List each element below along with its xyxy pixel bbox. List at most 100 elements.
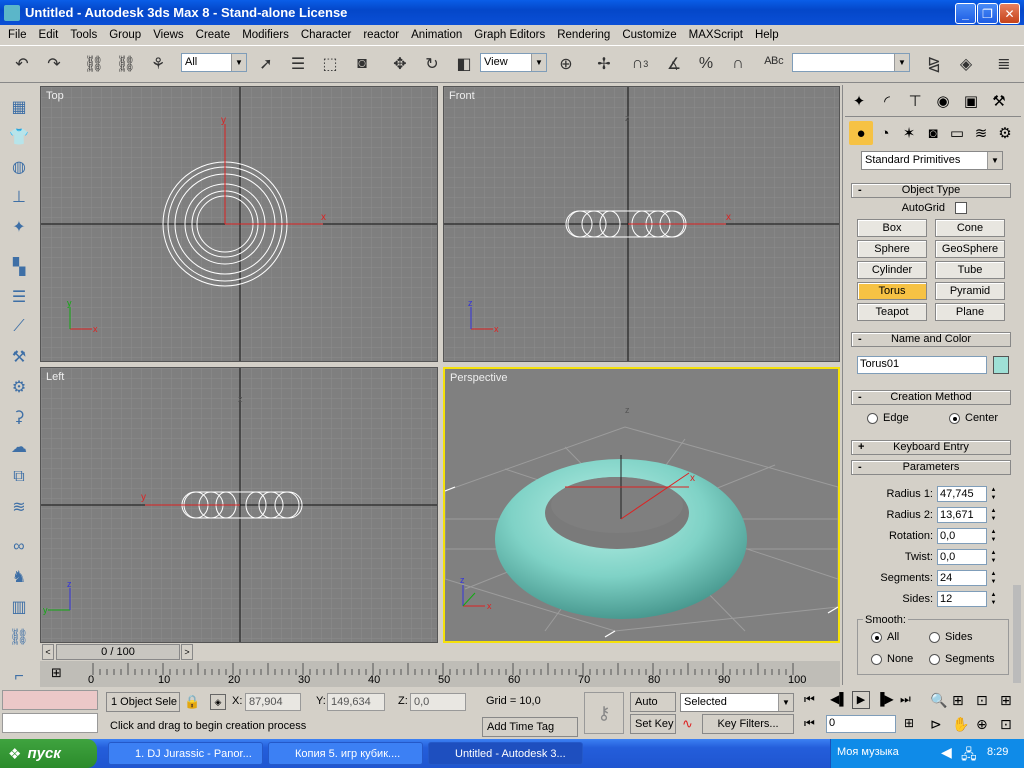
z-coord-field[interactable]: 0,0 <box>410 693 466 711</box>
snaps-toggle-icon[interactable]: ∩ 3 <box>628 52 652 76</box>
menu-file[interactable]: File <box>2 29 33 41</box>
rotation-spinner[interactable]: ▲ ▼ <box>989 528 998 544</box>
twist-spinner[interactable]: ▲ ▼ <box>989 549 998 565</box>
undo-icon[interactable]: ↶ <box>10 52 34 76</box>
lock-selection-icon[interactable]: 🔒 <box>184 694 200 710</box>
keyboard-entry-rollout[interactable]: + Keyboard Entry <box>851 440 1011 455</box>
auto-key-button[interactable]: Auto Key <box>630 692 676 726</box>
menu-reactor[interactable]: reactor <box>357 29 405 41</box>
cameras-category-icon[interactable]: ◙ <box>921 121 945 145</box>
gear-icon[interactable]: ⚙ <box>6 374 32 400</box>
command-panel-scrollbar[interactable] <box>1013 585 1021 683</box>
taskbar-item-3dsmax[interactable]: Untitled - Autodesk 3... <box>428 742 583 765</box>
use-pivot-center-icon[interactable]: ⊕ <box>554 52 578 76</box>
tube-button[interactable]: Tube <box>935 261 1005 279</box>
menu-graph-editors[interactable]: Graph Editors <box>468 29 551 41</box>
close-button[interactable]: ✕ <box>999 3 1020 24</box>
teapot-button[interactable]: Teapot <box>857 303 927 321</box>
select-and-rotate-icon[interactable]: ↻ <box>420 52 444 76</box>
tray-back-icon[interactable]: ◀ <box>941 744 952 761</box>
stack-tool-icon[interactable]: ☰ <box>6 284 32 310</box>
category-dropdown[interactable]: Standard Primitives ▼ <box>861 151 1003 170</box>
menu-maxscript[interactable]: MAXScript <box>683 29 749 41</box>
edge-radio[interactable] <box>867 413 878 424</box>
sphere-button[interactable]: Sphere <box>857 240 927 258</box>
menu-animation[interactable]: Animation <box>405 29 468 41</box>
box-button[interactable]: Box <box>857 219 927 237</box>
tree-tool-icon[interactable]: ⚳ <box>6 404 32 430</box>
tray-network-icon[interactable]: 🖧 <box>961 744 977 768</box>
select-and-manipulate-icon[interactable]: ✢ <box>592 52 616 76</box>
maxscript-listener-mini[interactable] <box>2 690 98 710</box>
object-type-rollout[interactable]: - Object Type <box>851 183 1011 198</box>
menu-rendering[interactable]: Rendering <box>551 29 616 41</box>
foot-tool-icon[interactable]: ⌐ <box>6 664 32 690</box>
parameters-rollout[interactable]: - Parameters <box>851 460 1011 475</box>
app-icon[interactable] <box>4 4 20 21</box>
set-key-button[interactable]: Set Key <box>630 714 676 734</box>
torus-button[interactable]: Torus <box>857 282 927 300</box>
twist-field[interactable]: 0,0 <box>937 549 987 565</box>
wave-tool-icon[interactable]: ≋ <box>6 494 32 520</box>
layer-manager-icon[interactable]: ≣ <box>992 52 1016 76</box>
select-and-link-icon[interactable]: ⛓ <box>82 52 106 76</box>
viewport-top[interactable]: x y x y Top <box>40 86 438 362</box>
menu-views[interactable]: Views <box>147 29 189 41</box>
radius2-field[interactable]: 13,671 <box>937 507 987 523</box>
viewport-left[interactable]: y z y z Left <box>40 367 438 643</box>
maxscript-input[interactable] <box>2 713 98 733</box>
zoom-extents-all-icon[interactable]: ⊞ <box>1000 692 1012 709</box>
plane-button[interactable]: Plane <box>935 303 1005 321</box>
creation-method-rollout[interactable]: - Creation Method <box>851 390 1011 405</box>
time-configuration-icon[interactable]: ⊞ <box>904 716 914 730</box>
zoom-extents-icon[interactable]: ⊡ <box>976 692 988 709</box>
segments-spinner[interactable]: ▲ ▼ <box>989 570 998 586</box>
pyramid-button[interactable]: Pyramid <box>935 282 1005 300</box>
key-mode-toggle-icon[interactable]: ⏮ <box>804 716 815 731</box>
go-to-end-icon[interactable]: ⏭ <box>900 692 911 707</box>
shirt-tool-icon[interactable]: 👕 <box>6 124 32 150</box>
rectangular-selection-icon[interactable]: ⬚ <box>318 52 342 76</box>
geosphere-button[interactable]: GeoSphere <box>935 240 1005 258</box>
geometry-category-icon[interactable]: ● <box>849 121 873 145</box>
smooth-all-radio[interactable] <box>871 632 882 643</box>
create-tab-icon[interactable]: ✦ <box>847 89 871 113</box>
field-of-view-icon[interactable]: ⊳ <box>930 716 942 733</box>
name-and-color-rollout[interactable]: - Name and Color <box>851 332 1011 347</box>
motion-tab-icon[interactable]: ◉ <box>931 89 955 113</box>
viewport-label-top[interactable]: Top <box>46 90 64 102</box>
cube-tool-icon[interactable]: ⧉ <box>6 464 32 490</box>
menu-customize[interactable]: Customize <box>616 29 682 41</box>
smooth-none-radio[interactable] <box>871 654 882 665</box>
next-frame-icon[interactable]: ▐▶ <box>876 692 894 706</box>
start-button[interactable]: ❖ пуск <box>0 739 97 768</box>
cylinder-button[interactable]: Cylinder <box>857 261 927 279</box>
sides-field[interactable]: 12 <box>937 591 987 607</box>
sphere-tool-icon[interactable]: ◍ <box>6 154 32 180</box>
taskbar-item-word[interactable]: Копия 5. игр кубик.... <box>268 742 423 765</box>
menu-help[interactable]: Help <box>749 29 785 41</box>
segments-field[interactable]: 24 <box>937 570 987 586</box>
helpers-category-icon[interactable]: ▭ <box>945 121 969 145</box>
go-to-start-icon[interactable]: ⏮ <box>804 692 815 707</box>
menu-tools[interactable]: Tools <box>64 29 103 41</box>
link-tool-icon[interactable]: ⛓ <box>6 624 32 650</box>
center-radio[interactable] <box>949 413 960 424</box>
time-slider-prev-icon[interactable]: < <box>42 644 54 660</box>
key-filters-button[interactable]: Key Filters... <box>702 714 794 734</box>
key-mode-dropdown[interactable]: Selected ▼ <box>680 693 794 712</box>
sides-spinner[interactable]: ▲ ▼ <box>989 591 998 607</box>
object-color-swatch[interactable] <box>993 356 1009 374</box>
viewport-label-left[interactable]: Left <box>46 371 64 383</box>
absolute-mode-icon[interactable]: ◈ <box>210 694 226 710</box>
select-by-name-icon[interactable]: ☰ <box>286 52 310 76</box>
modify-tab-icon[interactable]: ◜ <box>875 89 899 113</box>
smooth-sides-radio[interactable] <box>929 632 940 643</box>
maximize-viewport-icon[interactable]: ⊡ <box>1000 716 1012 733</box>
menu-group[interactable]: Group <box>103 29 147 41</box>
radius1-field[interactable]: 47,745 <box>937 486 987 502</box>
bind-space-warp-icon[interactable]: ⚘ <box>146 52 170 76</box>
taskbar-item-winamp[interactable]: 1. DJ Jurassic - Panor... <box>108 742 263 765</box>
object-name-field[interactable]: Torus01 <box>857 356 987 374</box>
pan-view-icon[interactable]: ✋ <box>952 716 969 733</box>
